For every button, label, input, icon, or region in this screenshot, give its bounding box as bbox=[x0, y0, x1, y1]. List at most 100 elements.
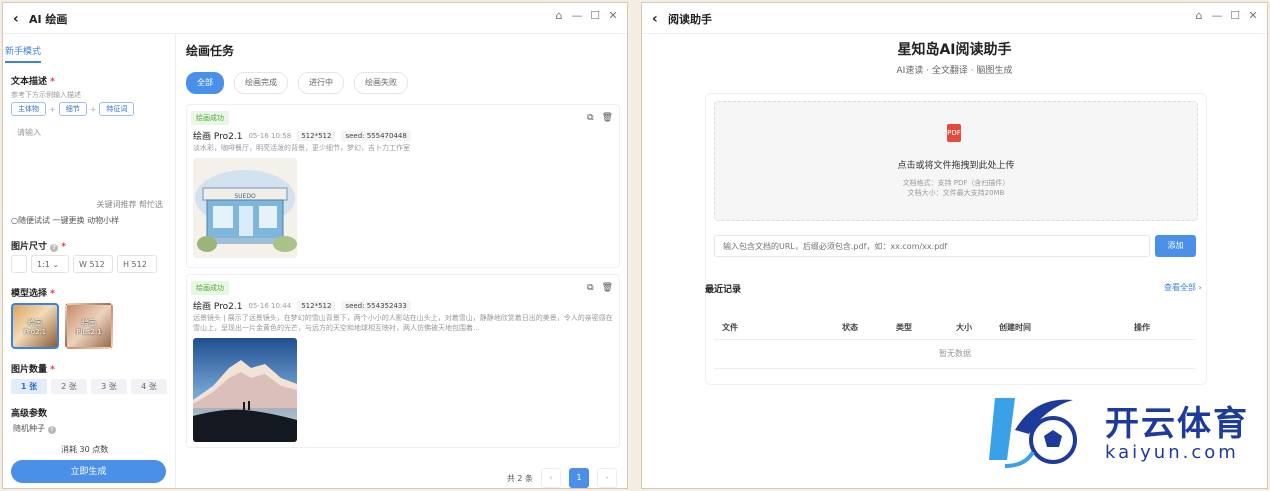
task-card: 绘画成功 ⧉ 🗑 绘画 Pro2.1 05-16 10:58 512*512 s… bbox=[186, 104, 620, 268]
task-prompt: 淡水彩，咖啡餐厅，明亮活泼的背景，更少细节，梦幻，吉卜力工作室 bbox=[193, 144, 410, 152]
aspect-square-icon[interactable] bbox=[11, 255, 27, 273]
cost-text: 消耗 30 点数 bbox=[61, 445, 109, 454]
k-ball-logo-icon bbox=[989, 398, 1077, 468]
plus-icon: + bbox=[89, 104, 97, 114]
quantity-option[interactable]: 3 张 bbox=[91, 379, 127, 394]
filter-done[interactable]: 绘画完成 bbox=[234, 72, 288, 94]
ratio-select[interactable]: 1:1 ⌄ bbox=[31, 255, 69, 273]
help-icon[interactable]: ? bbox=[47, 426, 56, 434]
logo-chinese-text: 开云体育 bbox=[1105, 404, 1249, 444]
description-hint: 参考下方示例输入描述 bbox=[11, 91, 81, 99]
model-label: 绘画 Pro2.1 bbox=[23, 319, 47, 336]
minimize-icon[interactable]: — bbox=[571, 9, 583, 22]
window-controls: ⌂ — ☐ ✕ bbox=[553, 9, 619, 22]
next-page-button[interactable]: › bbox=[597, 468, 617, 488]
prev-page-button[interactable]: ‹ bbox=[541, 468, 561, 488]
minimize-icon[interactable]: — bbox=[1211, 9, 1223, 22]
task-time: 05-16 10:58 bbox=[248, 131, 292, 140]
close-icon[interactable]: ✕ bbox=[1247, 9, 1259, 22]
advanced-params-label: 高级参数 bbox=[11, 409, 48, 419]
kaiyun-logo: 开云体育 kaiyun.com bbox=[985, 390, 1255, 470]
tasks-panel: 绘画任务 全部 绘画完成 进行中 绘画失败 绘画成功 ⧉ 🗑 绘画 Pro2.1… bbox=[176, 34, 627, 488]
tab-newbie-mode[interactable]: 新手模式 bbox=[5, 44, 42, 63]
quantity-options: 1 张 2 张 3 张 4 张 bbox=[11, 379, 167, 394]
mountain-photo-image[interactable] bbox=[193, 338, 297, 442]
table-header: 文件 状态 类型 大小 创建时间 操作 bbox=[714, 315, 1196, 340]
quantity-option[interactable]: 4 张 bbox=[131, 379, 167, 394]
task-seed: seed: 555470448 bbox=[341, 130, 411, 141]
width-field[interactable]: W 512 bbox=[73, 255, 113, 273]
maximize-icon[interactable]: ☐ bbox=[589, 9, 601, 22]
col-size: 大小 bbox=[956, 323, 972, 332]
file-dropzone[interactable]: PDF 点击或将文件拖拽到此处上传 文档格式：支持 PDF（含扫描件） 文档大小… bbox=[714, 101, 1198, 221]
page-number[interactable]: 1 bbox=[569, 468, 589, 488]
model-card-plus[interactable]: 绘画 Plus2.1 bbox=[65, 303, 113, 349]
chevron-down-icon: ⌄ bbox=[52, 260, 60, 269]
generate-button[interactable]: 立即生成 bbox=[11, 460, 166, 483]
chip-subject[interactable]: 主体物 bbox=[11, 102, 46, 116]
title-bar: ‹ AI 绘画 ⌂ — ☐ ✕ bbox=[3, 3, 627, 34]
quantity-option[interactable]: 2 张 bbox=[51, 379, 87, 394]
window-controls: ⌂ — ☐ ✕ bbox=[1193, 9, 1259, 22]
random-seed: 随机种子 ? bbox=[13, 423, 56, 434]
task-meta: 绘画 Pro2.1 05-16 10:44 512*512 seed: 5543… bbox=[193, 299, 411, 312]
svg-text:SUEDO: SUEDO bbox=[234, 193, 256, 200]
model-card-pro[interactable]: 绘画 Pro2.1 bbox=[11, 303, 59, 349]
tasks-title: 绘画任务 bbox=[186, 44, 235, 58]
quantity-option[interactable]: 1 张 bbox=[11, 379, 47, 394]
title-bar: ‹ 阅读助手 ⌂ — ☐ ✕ bbox=[642, 3, 1267, 34]
status-badge: 绘画成功 bbox=[191, 281, 229, 295]
dropzone-main-text: 点击或将文件拖拽到此处上传 bbox=[897, 161, 1015, 171]
task-size: 512*512 bbox=[297, 300, 336, 311]
cafe-illustration-image[interactable]: SUEDO bbox=[193, 158, 297, 258]
task-meta: 绘画 Pro2.1 05-16 10:58 512*512 seed: 5554… bbox=[193, 129, 411, 142]
filter-all[interactable]: 全部 bbox=[186, 72, 224, 94]
home-icon[interactable]: ⌂ bbox=[553, 9, 565, 22]
model-select-label: 模型选择 * bbox=[11, 289, 55, 299]
back-arrow-icon[interactable]: ‹ bbox=[652, 11, 658, 27]
example-options[interactable]: ○随便试试 一键更换 动物小样 bbox=[11, 215, 119, 226]
col-created: 创建时间 bbox=[999, 323, 1031, 332]
settings-panel: 新手模式 文本描述 * 参考下方示例输入描述 主体物 + 细节 + 特征词 请输… bbox=[3, 34, 176, 488]
page-subtitle: AI速读 · 全文翻译 · 脑图生成 bbox=[896, 66, 1013, 76]
col-file: 文件 bbox=[722, 323, 738, 332]
chip-detail[interactable]: 细节 bbox=[58, 102, 87, 116]
status-badge: 绘画成功 bbox=[191, 111, 229, 125]
add-button[interactable]: 添加 bbox=[1155, 235, 1196, 257]
view-all-link[interactable]: 查看全部 › bbox=[1164, 282, 1202, 293]
description-input[interactable]: 请输入 bbox=[17, 127, 41, 138]
dropzone-size-note: 文档大小：文件最大支持20MB bbox=[907, 189, 1005, 197]
task-size: 512*512 bbox=[297, 130, 336, 141]
task-actions: ⧉ 🗑 bbox=[587, 283, 613, 293]
chip-feature[interactable]: 特征词 bbox=[99, 102, 135, 116]
task-seed: seed: 554352433 bbox=[341, 300, 411, 311]
close-icon[interactable]: ✕ bbox=[607, 9, 619, 22]
copy-icon[interactable]: ⧉ bbox=[587, 113, 593, 123]
filter-failed[interactable]: 绘画失败 bbox=[354, 72, 408, 94]
model-label: 绘画 Plus2.1 bbox=[76, 319, 102, 336]
window-title: 阅读助手 bbox=[668, 13, 712, 26]
help-icon[interactable]: ? bbox=[50, 244, 59, 252]
url-input[interactable] bbox=[714, 235, 1150, 257]
plus-icon: + bbox=[49, 104, 56, 114]
total-count: 共 2 条 bbox=[506, 473, 533, 483]
prompt-chips: 主体物 + 细节 + 特征词 bbox=[11, 102, 135, 116]
delete-icon[interactable]: 🗑 bbox=[602, 283, 613, 293]
col-status: 状态 bbox=[842, 323, 858, 332]
recent-records-title: 最近记录 bbox=[705, 285, 742, 295]
task-model: 绘画 Pro2.1 bbox=[193, 132, 243, 142]
task-prompt: 远景镜头 | 展示了远景镜头，在梦幻的雪山背景下，两个小小的人影站在山头上，对着… bbox=[193, 314, 613, 332]
model-list: 绘画 Pro2.1 绘画 Plus2.1 bbox=[11, 303, 113, 349]
home-icon[interactable]: ⌂ bbox=[1193, 9, 1205, 22]
delete-icon[interactable]: 🗑 bbox=[602, 113, 613, 123]
filter-running[interactable]: 进行中 bbox=[298, 72, 344, 94]
col-actions: 操作 bbox=[1134, 323, 1150, 332]
task-actions: ⧉ 🗑 bbox=[587, 113, 613, 123]
height-field[interactable]: H 512 bbox=[117, 255, 157, 273]
back-arrow-icon[interactable]: ‹ bbox=[13, 11, 19, 27]
maximize-icon[interactable]: ☐ bbox=[1229, 9, 1241, 22]
copy-icon[interactable]: ⧉ bbox=[587, 283, 593, 293]
task-model: 绘画 Pro2.1 bbox=[193, 302, 243, 312]
empty-state: 暂无数据 bbox=[714, 340, 1196, 369]
keyword-links[interactable]: 关键词推荐 帮忙选 bbox=[96, 199, 163, 210]
